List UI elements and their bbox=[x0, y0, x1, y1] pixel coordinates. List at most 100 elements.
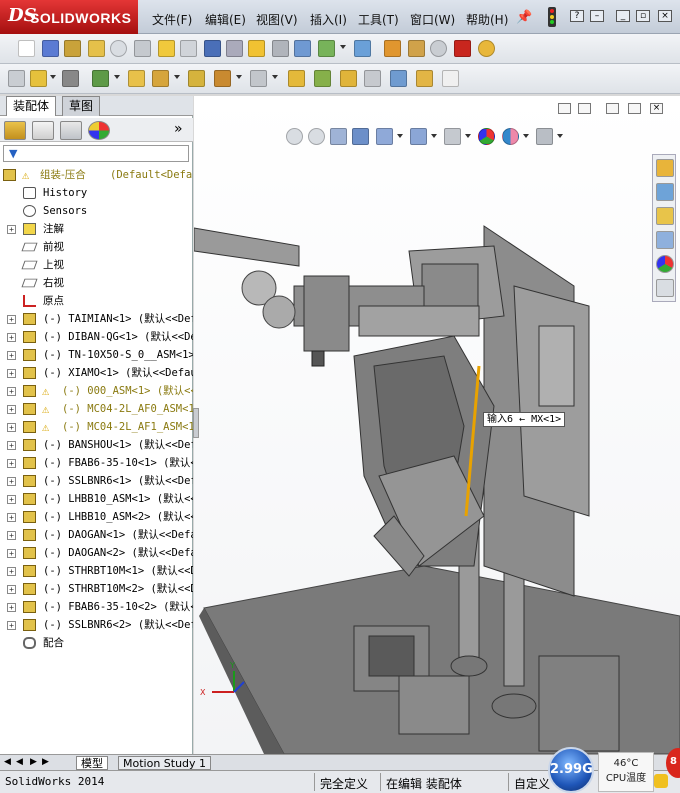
expand-icon[interactable]: + bbox=[7, 423, 16, 432]
statistics-icon[interactable] bbox=[110, 40, 127, 57]
expand-icon[interactable]: + bbox=[7, 495, 16, 504]
doc-restore-button[interactable] bbox=[628, 103, 641, 114]
thickness-icon[interactable] bbox=[430, 40, 447, 57]
deviation-icon[interactable] bbox=[408, 40, 425, 57]
expand-icon[interactable]: + bbox=[7, 621, 16, 630]
view-palette-icon[interactable] bbox=[656, 231, 674, 249]
filter-icon[interactable]: ▼ bbox=[9, 147, 17, 160]
measure-icon[interactable] bbox=[42, 40, 59, 57]
expand-icon[interactable]: + bbox=[7, 477, 16, 486]
doc-minimize-button[interactable] bbox=[606, 103, 619, 114]
menu-edit[interactable]: 编辑(E) bbox=[205, 11, 246, 28]
expand-icon[interactable]: + bbox=[7, 369, 16, 378]
insert-component-icon[interactable] bbox=[8, 70, 25, 87]
scroll-last-icon[interactable]: ▶ bbox=[42, 757, 49, 767]
chevron-down-icon[interactable] bbox=[272, 75, 278, 79]
doc-minimize-icon[interactable]: – bbox=[590, 10, 604, 22]
previous-view-icon[interactable] bbox=[330, 128, 347, 145]
help-icon[interactable]: ? bbox=[570, 10, 584, 22]
menu-insert[interactable]: 插入(I) bbox=[310, 11, 347, 28]
zebra-icon[interactable] bbox=[478, 40, 495, 57]
doc-close-button[interactable]: × bbox=[650, 103, 663, 114]
property-manager-icon[interactable] bbox=[32, 121, 54, 140]
chevron-down-icon[interactable] bbox=[557, 134, 563, 138]
chevron-down-icon[interactable] bbox=[340, 45, 346, 49]
apply-scene-icon[interactable] bbox=[502, 128, 519, 145]
menu-window[interactable]: 窗口(W) bbox=[410, 11, 455, 28]
expand-icon[interactable]: + bbox=[7, 387, 16, 396]
file-explorer-icon[interactable] bbox=[656, 207, 674, 225]
mass-properties-icon[interactable] bbox=[64, 40, 81, 57]
appearances-icon[interactable] bbox=[656, 255, 674, 273]
expand-icon[interactable]: + bbox=[7, 513, 16, 522]
expand-icon[interactable]: + bbox=[7, 603, 16, 612]
draft-analysis-icon[interactable] bbox=[454, 40, 471, 57]
chevron-down-icon[interactable] bbox=[465, 134, 471, 138]
new-motion-study-icon[interactable] bbox=[250, 70, 267, 87]
menu-help[interactable]: 帮助(H) bbox=[466, 11, 508, 28]
display-manager-icon[interactable] bbox=[88, 121, 110, 140]
show-hidden-icon[interactable] bbox=[152, 70, 169, 87]
close-button[interactable]: × bbox=[658, 10, 672, 22]
display-style-icon[interactable] bbox=[410, 128, 427, 145]
feature-tree-icon[interactable] bbox=[4, 121, 26, 140]
tree-filter-input[interactable]: ▼ bbox=[3, 145, 189, 162]
expand-icon[interactable]: + bbox=[7, 225, 16, 234]
checkbox-icon[interactable] bbox=[180, 40, 197, 57]
tile-icon[interactable] bbox=[578, 103, 591, 114]
bill-of-materials-icon[interactable] bbox=[288, 70, 305, 87]
pin-icon[interactable]: 📌 bbox=[516, 10, 532, 25]
move-component-icon[interactable] bbox=[128, 70, 145, 87]
menu-view[interactable]: 视图(V) bbox=[256, 11, 298, 28]
hide-show-icon[interactable] bbox=[444, 128, 461, 145]
chevron-down-icon[interactable] bbox=[431, 134, 437, 138]
expand-icon[interactable]: + bbox=[7, 405, 16, 414]
compare-icon[interactable] bbox=[318, 40, 335, 57]
expand-icon[interactable]: + bbox=[7, 333, 16, 342]
instant3d-icon[interactable] bbox=[364, 70, 381, 87]
clearance-icon[interactable] bbox=[272, 40, 289, 57]
zoom-to-fit-icon[interactable] bbox=[286, 128, 303, 145]
scroll-prev-icon[interactable]: ◀ bbox=[16, 757, 23, 767]
solidworks-logo[interactable]: DS SOLIDWORKS bbox=[0, 0, 138, 34]
expand-icon[interactable]: + bbox=[7, 441, 16, 450]
cpu-temp-widget[interactable]: 46°C CPU温度 bbox=[598, 752, 654, 792]
expand-icon[interactable]: + bbox=[7, 585, 16, 594]
configuration-manager-icon[interactable] bbox=[60, 121, 82, 140]
explode-line-icon[interactable] bbox=[340, 70, 357, 87]
expand-icon[interactable]: + bbox=[7, 549, 16, 558]
status-units[interactable]: 自定义 bbox=[514, 775, 550, 792]
speedpak-icon[interactable] bbox=[390, 70, 407, 87]
restore-button[interactable]: ▫ bbox=[636, 10, 650, 22]
lightning-icon[interactable] bbox=[654, 774, 668, 788]
chevron-down-icon[interactable] bbox=[236, 75, 242, 79]
tab-model[interactable]: 模型 bbox=[76, 756, 108, 770]
scroll-first-icon[interactable]: ◀ bbox=[4, 757, 11, 767]
reference-geometry-icon[interactable] bbox=[214, 70, 231, 87]
mate-toolbar-icon[interactable] bbox=[30, 70, 47, 87]
check-sketch-icon[interactable] bbox=[158, 40, 175, 57]
sum-icon[interactable] bbox=[204, 40, 221, 57]
tab-assembly[interactable]: 装配体 bbox=[6, 96, 57, 116]
chevron-down-icon[interactable] bbox=[397, 134, 403, 138]
more-tabs-icon[interactable]: » bbox=[174, 121, 183, 137]
tab-sketch[interactable]: 草图 bbox=[62, 96, 101, 116]
minimize-button[interactable]: _ bbox=[616, 10, 630, 22]
tab-motion-study[interactable]: Motion Study 1 bbox=[118, 756, 212, 770]
custom-properties-icon[interactable] bbox=[656, 279, 674, 297]
geometry-analysis-icon[interactable] bbox=[354, 40, 371, 57]
smart-fasteners-icon[interactable] bbox=[92, 70, 109, 87]
import-diagnosis-icon[interactable] bbox=[384, 40, 401, 57]
exploded-view-icon[interactable] bbox=[314, 70, 331, 87]
zoom-area-icon[interactable] bbox=[308, 128, 325, 145]
hole-alignment-icon[interactable] bbox=[294, 40, 311, 57]
linear-pattern-icon[interactable] bbox=[62, 70, 79, 87]
expand-icon[interactable]: + bbox=[7, 351, 16, 360]
expand-icon[interactable]: + bbox=[7, 315, 16, 324]
snapshot-icon[interactable] bbox=[416, 70, 433, 87]
assembly-features-icon[interactable] bbox=[188, 70, 205, 87]
menu-file[interactable]: 文件(F) bbox=[152, 11, 192, 28]
chevron-down-icon[interactable] bbox=[523, 134, 529, 138]
check-icon[interactable] bbox=[134, 40, 151, 57]
graphics-area[interactable]: Y X 输入6 ← MX<1> bbox=[194, 96, 680, 754]
